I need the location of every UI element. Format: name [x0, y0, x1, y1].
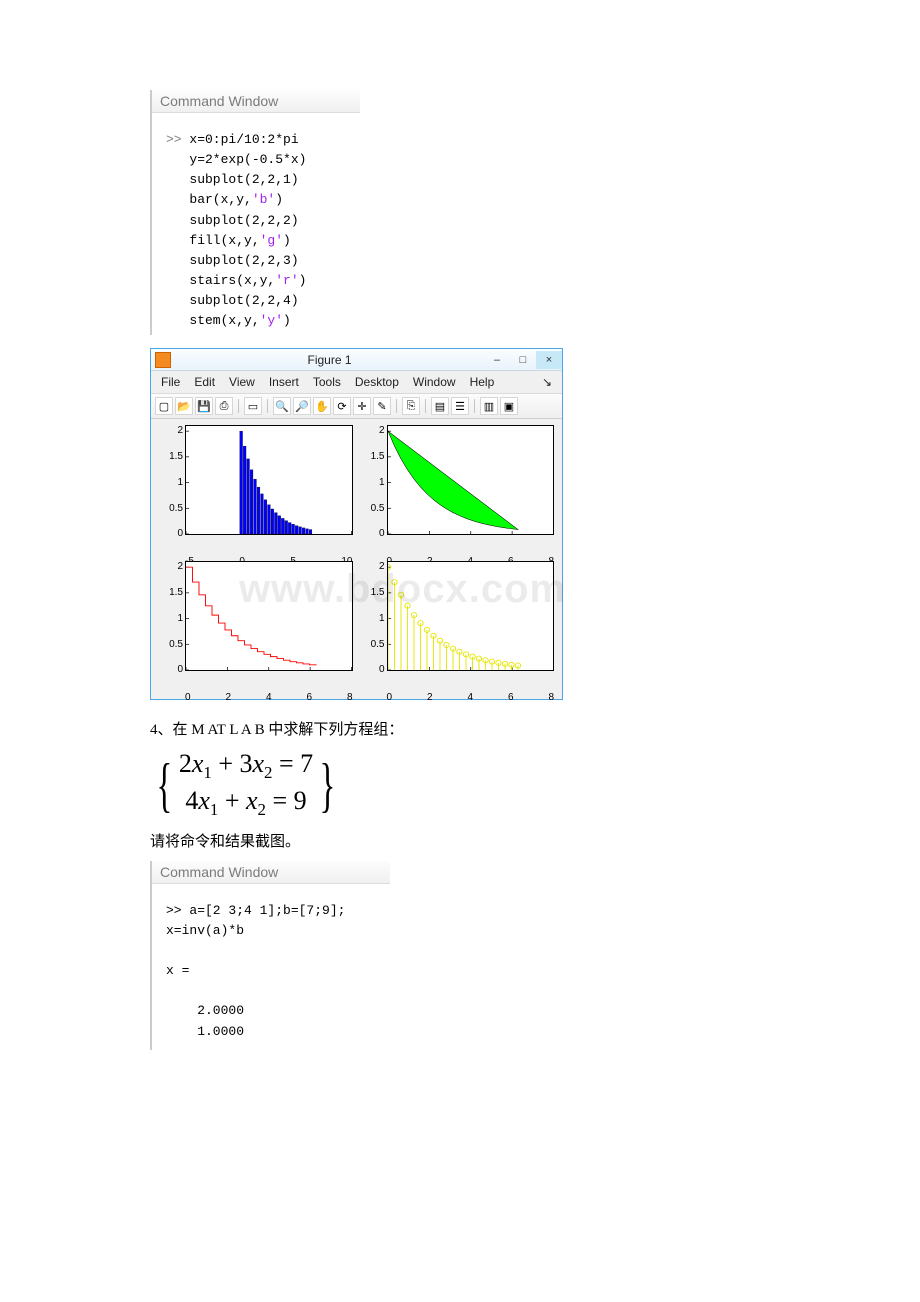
subplot-area [387, 425, 555, 535]
right-brace-icon: } [320, 758, 336, 812]
subplot-bar [185, 425, 353, 535]
datacursor-icon[interactable]: ✛ [353, 397, 371, 415]
question-4-title: 4、在 M AT L A B 中求解下列方程组： [150, 718, 770, 739]
figure-toolbar: ▢ 📂 💾 ⎙ ▭ 🔍 🔎 ✋ ⟳ ✛ ✎ ⎘ ▤ ☰ ▥ ▣ [151, 394, 562, 419]
menu-edit[interactable]: Edit [190, 374, 219, 390]
open-icon[interactable]: 📂 [175, 397, 193, 415]
dock-chevron-icon[interactable]: ↘ [538, 374, 556, 390]
command-window-1-title: Command Window [152, 90, 360, 113]
figure-window: Figure 1 – □ × File Edit View Insert Tools De… [150, 348, 563, 700]
brush-icon[interactable]: ✎ [373, 397, 391, 415]
subplot-stem [387, 561, 555, 671]
menu-tools[interactable]: Tools [309, 374, 345, 390]
rotate-icon[interactable]: ⟳ [333, 397, 351, 415]
colorbar-icon[interactable]: ▤ [431, 397, 449, 415]
pan-icon[interactable]: ✋ [313, 397, 331, 415]
zoom-in-icon[interactable]: 🔍 [273, 397, 291, 415]
command-window-2: Command Window >> a=[2 3;4 1];b=[7;9]; x… [150, 861, 390, 1050]
menu-insert[interactable]: Insert [265, 374, 303, 390]
question-4-caption: 请将命令和结果截图。 [150, 830, 770, 851]
window-buttons: – □ × [484, 351, 562, 369]
legend-icon[interactable]: ☰ [451, 397, 469, 415]
left-brace-icon: { [156, 758, 172, 812]
pointer-icon[interactable]: ▭ [244, 397, 262, 415]
menu-view[interactable]: View [225, 374, 259, 390]
hide-tools-icon[interactable]: ▥ [480, 397, 498, 415]
equation-line-2: 4x1 + x2 = 9 [179, 786, 313, 820]
figure-titlebar: Figure 1 – □ × [151, 349, 562, 371]
subplot-stairs [185, 561, 353, 671]
figure-title: Figure 1 [175, 353, 484, 367]
minimize-button[interactable]: – [484, 351, 510, 369]
matlab-figure-icon [155, 352, 171, 368]
save-icon[interactable]: 💾 [195, 397, 213, 415]
figure-menubar: File Edit View Insert Tools Desktop Window Help… [151, 371, 562, 394]
menu-desktop[interactable]: Desktop [351, 374, 403, 390]
dock-icon[interactable]: ▣ [500, 397, 518, 415]
close-button[interactable]: × [536, 351, 562, 369]
command-window-1: Command Window >> x=0:pi/10:2*pi y=2*exp… [150, 90, 360, 335]
print-icon[interactable]: ⎙ [215, 397, 233, 415]
command-window-2-body: >> a=[2 3;4 1];b=[7;9]; x=inv(a)*b x = 2… [152, 897, 390, 1050]
equation-line-1: 2x1 + 3x2 = 7 [179, 749, 313, 783]
menu-file[interactable]: File [157, 374, 184, 390]
menu-window[interactable]: Window [409, 374, 460, 390]
figure-plot-area: 21.510.50-5051021.510.500246821.510.5002… [151, 419, 562, 699]
menu-help[interactable]: Help [466, 374, 499, 390]
zoom-out-icon[interactable]: 🔎 [293, 397, 311, 415]
command-window-2-title: Command Window [152, 861, 390, 884]
command-window-1-body: >> x=0:pi/10:2*pi y=2*exp(-0.5*x) subplo… [152, 126, 360, 335]
maximize-button[interactable]: □ [510, 351, 536, 369]
equation-system: { 2x1 + 3x2 = 7 4x1 + x2 = 9 } [150, 749, 770, 819]
new-icon[interactable]: ▢ [155, 397, 173, 415]
link-icon[interactable]: ⎘ [402, 397, 420, 415]
